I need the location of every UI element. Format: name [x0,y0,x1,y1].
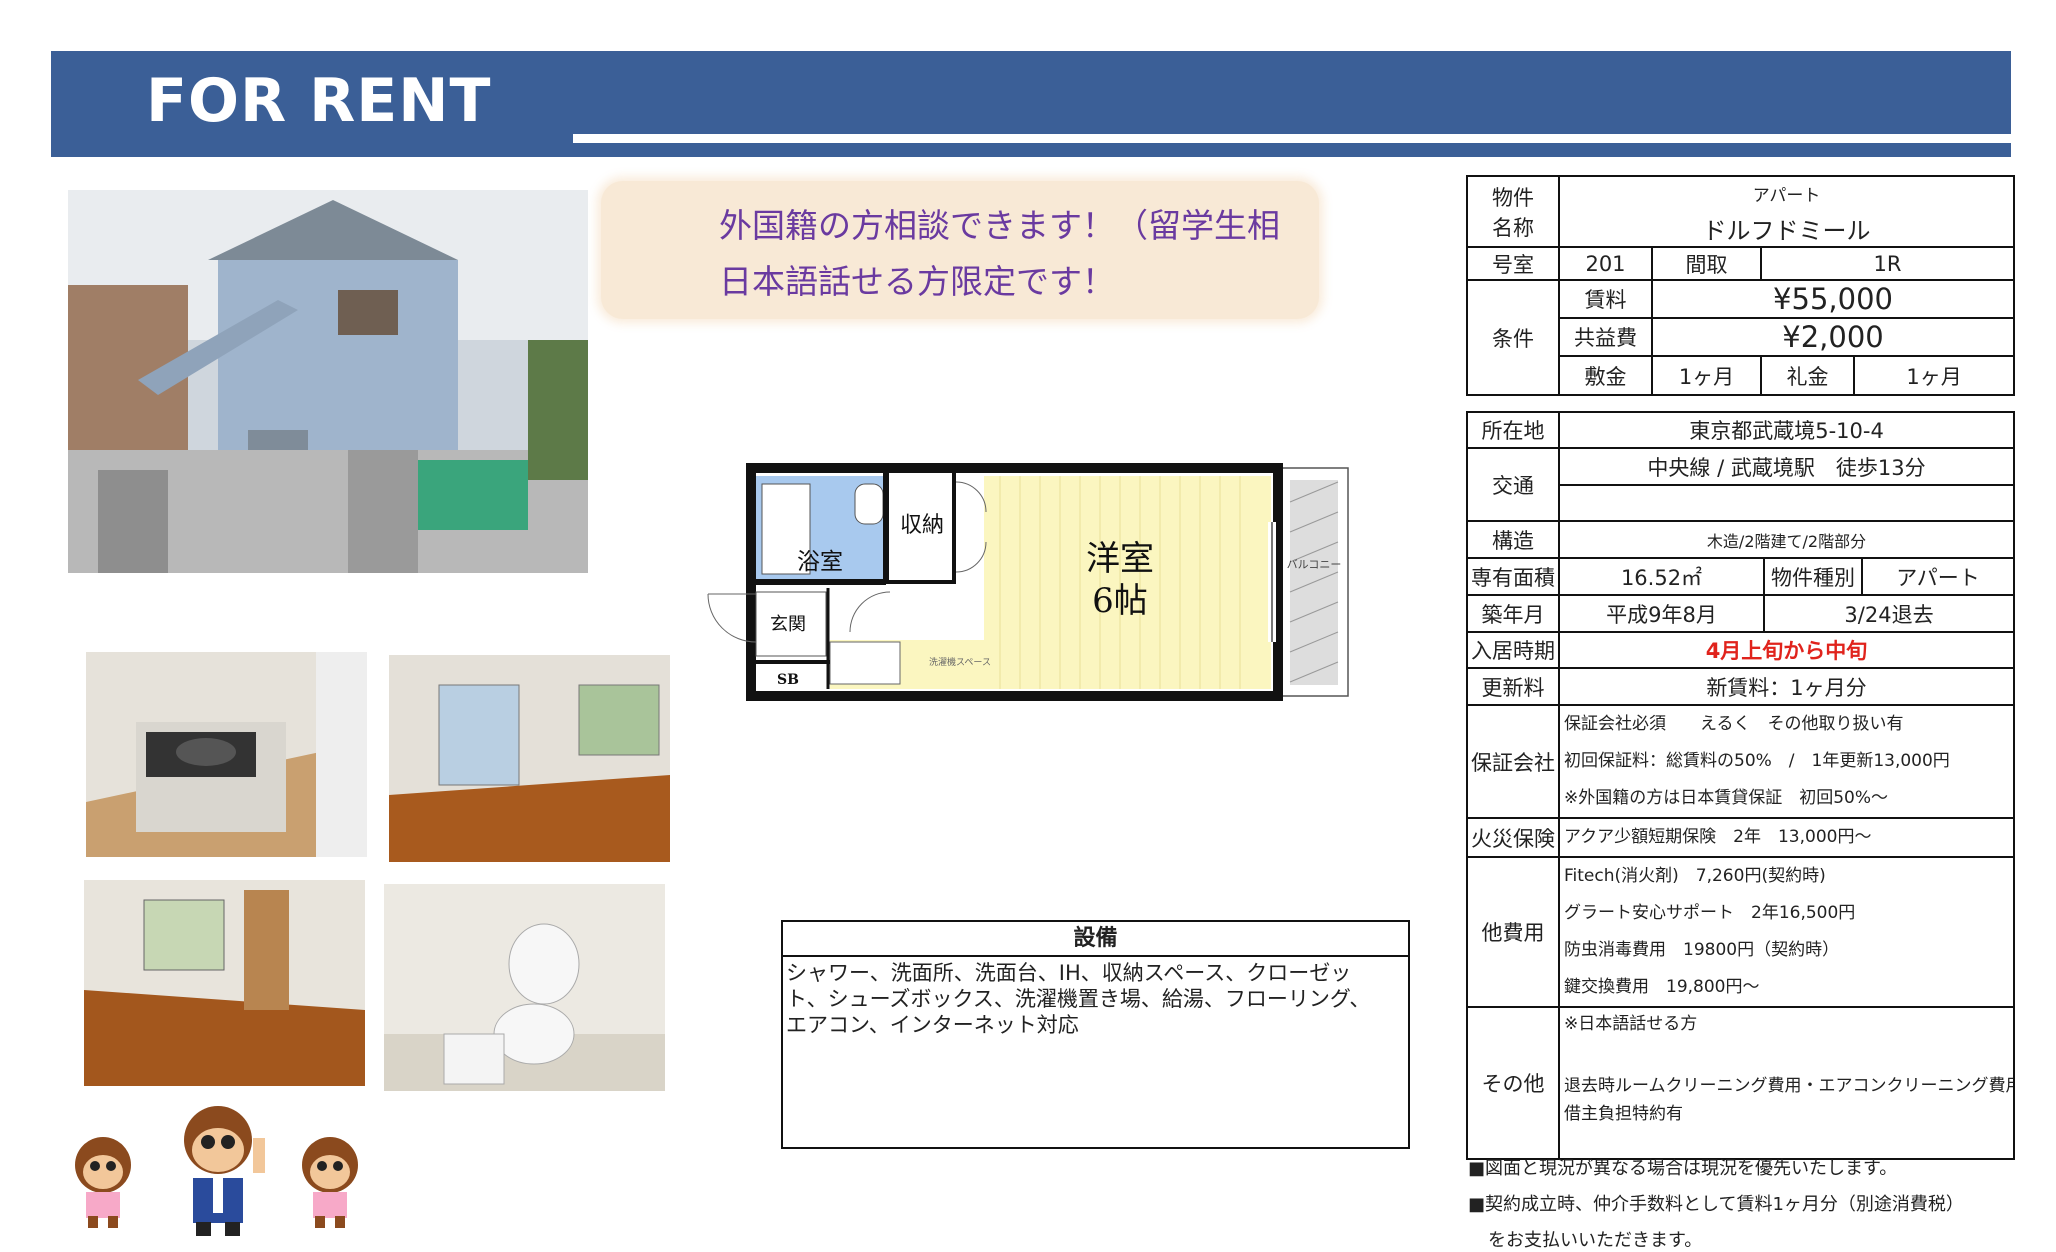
other-line-1: ※日本語話せる方 [1564,1014,1698,1034]
guarantee-line-3: ※外国籍の方は日本賃貸保証 初回50%〜 [1564,788,1889,808]
fee-line-3: 防虫消毒費用 19800円（契約時） [1564,940,1840,960]
other-value: ※日本語話せる方 退去時ルームクリーニング費用・エアコンクリーニング費用 借主負… [1557,1006,2016,1160]
fee-line-1: Fitech(消火剤) 7,260円(契約時) [1564,866,1826,886]
banner-title: FOR RENT [146,66,492,136]
common-fee-label: 共益費 [1558,317,1653,357]
fee-line-4: 鍵交換費用 19,800円〜 [1564,977,1760,997]
layout-label: 間取 [1651,246,1762,281]
property-table: 物件 名称 アパート ドルフドミール 号室 201 間取 1R 条件 賃料 ¥5… [1466,175,2016,396]
equipment-title: 設備 [783,922,1408,957]
renewal-label: 更新料 [1466,667,1560,706]
monkey-mascot-right [295,1130,365,1230]
note-3: をお支払いいただきます。 [1488,1230,1703,1251]
transport-label: 交通 [1466,447,1560,522]
plan-balcony-label: バルコニー [1287,558,1342,571]
vacate-value: 3/24退去 [1762,594,2016,633]
other-label: その他 [1466,1006,1560,1160]
name-label-1: 物件 [1492,185,1534,210]
property-type: アパート [1557,175,2016,210]
other-fees-value: Fitech(消火剤) 7,260円(契約時) グラート安心サポート 2年16,… [1557,856,2016,1008]
insurance-label: 火災保険 [1466,817,1560,858]
kitchen-photo [86,652,367,857]
plan-entrance-label: 玄関 [770,614,806,635]
building-photo [68,190,588,573]
guarantee-line-2: 初回保証料：総賃料の50% / 1年更新13,000円 [1564,751,1950,771]
name-label-2: 名称 [1492,215,1534,240]
notice-line-1: 外国籍の方相談できます！（留学生相 [719,206,1280,245]
area-value: 16.52㎡ [1558,557,1765,596]
equipment-text: シャワー、洗面所、洗面台、IH、収納スペース、クローゼット、シューズボックス、洗… [786,961,1371,1037]
guarantee-value: 保証会社必須 えるく その他取り扱い有 初回保証料：総賃料の50% / 1年更新… [1557,704,2016,819]
monkey-mascot-left [68,1130,138,1230]
address-label: 所在地 [1466,411,1560,449]
transport-empty [1557,484,2016,522]
insurance-value: アクア少額短期保険 2年 13,000円〜 [1557,817,2016,858]
move-in-label: 入居時期 [1466,631,1560,669]
structure-label: 構造 [1466,520,1560,559]
property-kind-value: アパート [1860,557,2016,596]
rent-label: 賃料 [1558,279,1653,319]
banner-divider [573,134,2011,143]
plan-room-label: 洋室 [1086,539,1154,579]
move-in-value: 4月上旬から中旬 [1557,631,2016,669]
key-money-value: 1ヶ月 [1852,355,2016,396]
other-line-3: 借主負担特約有 [1564,1104,1683,1124]
common-fee-value: ¥2,000 [1650,317,2016,357]
plan-room-size: 6帖 [1092,581,1148,621]
fee-line-2: グラート安心サポート 2年16,500円 [1564,903,1856,923]
built-value: 平成9年8月 [1558,594,1765,633]
transport-value: 中央線 / 武蔵境駅 徒歩13分 [1557,447,2016,486]
floor-plan: 浴室 収納 洋室 6帖 玄関 SB バルコニー 洗濯機スペース [700,462,1352,702]
property-kind-label: 物件種別 [1763,557,1863,596]
plan-sb-label: SB [777,672,799,688]
name-label: 物件 名称 [1466,175,1560,248]
other-line-2: 退去時ルームクリーニング費用・エアコンクリーニング費用 [1564,1076,2015,1096]
notice-line-2: 日本語話せる方限定です！ [719,262,1115,301]
renewal-value: 新賃料：1ヶ月分 [1557,667,2016,706]
equipment-box: 設備 シャワー、洗面所、洗面台、IH、収納スペース、クローゼット、シューズボック… [781,920,1410,1149]
property-name: ドルフドミール [1557,210,2016,248]
other-fees-label: 他費用 [1466,856,1560,1008]
plan-washer-label: 洗濯機スペース [929,656,991,668]
key-money-label: 礼金 [1760,355,1855,396]
room-label: 号室 [1466,246,1560,281]
room-photo-2 [84,880,365,1086]
built-label: 築年月 [1466,594,1560,633]
room-photo-1 [389,655,670,862]
rent-value: ¥55,000 [1650,279,2016,319]
toilet-photo [384,884,665,1091]
details-table: 所在地 東京都武蔵境5-10-4 交通 中央線 / 武蔵境駅 徒歩13分 構造 … [1466,411,2016,1160]
terms-label: 条件 [1466,279,1560,396]
room-number: 201 [1558,246,1653,281]
note-1: ■図面と現況が異なる場合は現況を優先いたします。 [1468,1158,1898,1179]
guarantee-line-1: 保証会社必須 えるく その他取り扱い有 [1564,714,1904,734]
plan-bath-label: 浴室 [797,549,843,575]
plan-storage-label: 収納 [900,513,944,538]
address-value: 東京都武蔵境5-10-4 [1557,411,2016,449]
area-label: 専有面積 [1466,557,1560,596]
guarantee-label: 保証会社 [1466,704,1560,819]
note-2: ■契約成立時、仲介手数料として賃料1ヶ月分（別途消費税） [1468,1194,1964,1215]
notice-bubble: 外国籍の方相談できます！（留学生相 日本語話せる方限定です！ [601,181,1319,319]
monkey-mascot-center [168,1098,278,1238]
deposit-label: 敷金 [1558,355,1653,396]
structure-value: 木造/2階建て/2階部分 [1557,520,2016,559]
deposit-value: 1ヶ月 [1651,355,1762,396]
layout-value: 1R [1759,246,2016,281]
